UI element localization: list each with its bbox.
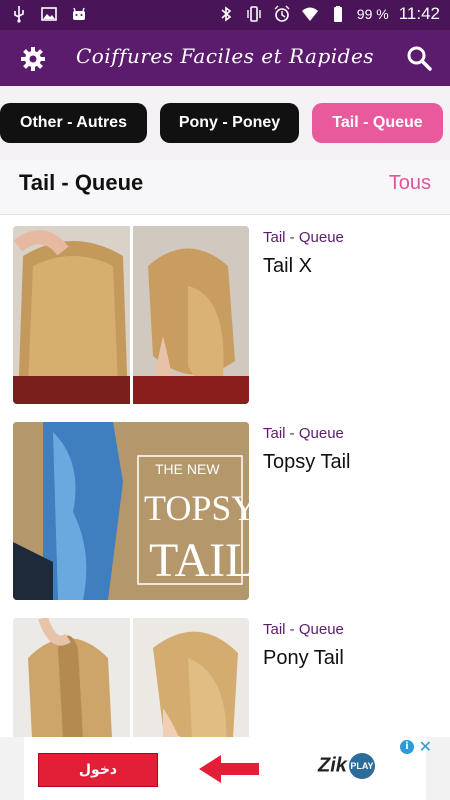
ad-banner: دخول Zik PLAY i ✕ bbox=[0, 737, 450, 800]
battery-icon bbox=[333, 6, 342, 22]
clock: 11:42 bbox=[398, 4, 440, 23]
usb-icon bbox=[14, 6, 24, 23]
ad-play-badge: PLAY bbox=[348, 753, 375, 779]
svg-text:THE NEW: THE NEW bbox=[155, 461, 220, 477]
status-right-icons: 99 % 11:42 bbox=[217, 4, 440, 24]
topsy-tail-image: THE NEW TOPSY TAIL bbox=[13, 422, 249, 600]
wifi-icon bbox=[301, 7, 318, 21]
list-item[interactable]: Tail - Queue Pony Tail bbox=[0, 607, 450, 737]
search-icon[interactable] bbox=[406, 45, 432, 71]
ad-brand-name: Zik bbox=[318, 754, 347, 777]
close-icon[interactable]: ✕ bbox=[419, 737, 432, 756]
image-icon bbox=[41, 7, 57, 21]
item-thumbnail[interactable] bbox=[13, 618, 249, 737]
category-chips: Other - Autres Pony - Poney Tail - Queue bbox=[0, 86, 450, 160]
info-icon[interactable]: i bbox=[400, 740, 414, 754]
app-title: Coiffures Faciles et Rapides bbox=[75, 44, 375, 68]
pony-tail-image bbox=[13, 618, 249, 737]
hairstyle-list: Tail - Queue Tail X THE NEW TOPSY TAIL T… bbox=[0, 215, 450, 737]
svg-text:TOPSY: TOPSY bbox=[144, 488, 249, 528]
android-icon bbox=[73, 7, 85, 20]
battery-percent: 99 % bbox=[356, 6, 389, 22]
see-all-link[interactable]: Tous bbox=[389, 172, 431, 195]
section-title: Tail - Queue bbox=[19, 170, 144, 195]
vibrate-icon bbox=[247, 6, 261, 22]
item-thumbnail[interactable] bbox=[13, 226, 249, 404]
item-thumbnail[interactable]: THE NEW TOPSY TAIL bbox=[13, 422, 249, 600]
item-category: Tail - Queue bbox=[263, 425, 344, 442]
chip-other-autres[interactable]: Other - Autres bbox=[0, 103, 147, 143]
svg-text:TAIL: TAIL bbox=[149, 534, 249, 587]
item-title[interactable]: Pony Tail bbox=[263, 647, 344, 670]
list-item[interactable]: THE NEW TOPSY TAIL Tail - Queue Topsy Ta… bbox=[0, 411, 450, 607]
ad-enter-button[interactable]: دخول bbox=[38, 753, 158, 787]
ad-content[interactable]: دخول Zik PLAY bbox=[24, 737, 426, 800]
item-title[interactable]: Topsy Tail bbox=[263, 451, 350, 474]
item-category: Tail - Queue bbox=[263, 229, 344, 246]
alarm-icon bbox=[274, 5, 290, 22]
list-item[interactable]: Tail - Queue Tail X bbox=[0, 215, 450, 411]
section-header: Tail - Queue Tous bbox=[0, 160, 450, 215]
status-left-icons bbox=[10, 5, 88, 23]
item-title[interactable]: Tail X bbox=[263, 255, 312, 278]
item-category: Tail - Queue bbox=[263, 621, 344, 638]
bluetooth-icon bbox=[221, 6, 232, 22]
chip-tail-queue[interactable]: Tail - Queue bbox=[312, 103, 443, 143]
status-bar: 99 % 11:42 bbox=[0, 0, 450, 30]
app-bar: Coiffures Faciles et Rapides bbox=[0, 30, 450, 86]
chip-pony-poney[interactable]: Pony - Poney bbox=[160, 103, 299, 143]
arrow-left-icon bbox=[199, 755, 259, 783]
tail-x-image bbox=[13, 226, 249, 404]
ad-brand-logo: Zik PLAY bbox=[318, 753, 375, 779]
